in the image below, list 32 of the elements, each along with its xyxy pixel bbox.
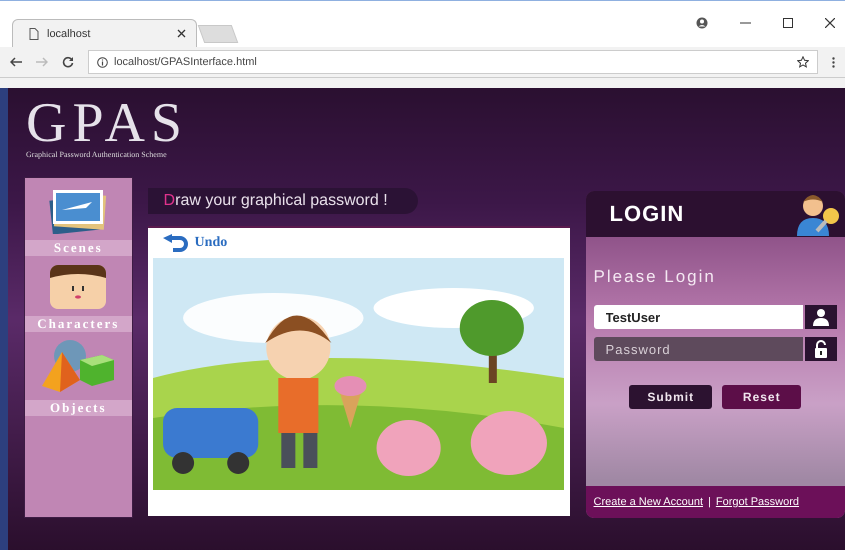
info-icon bbox=[97, 56, 108, 68]
reload-icon[interactable] bbox=[62, 56, 74, 68]
submit-button[interactable]: Submit bbox=[629, 385, 712, 409]
undo-icon bbox=[162, 234, 189, 252]
login-heading: Please Login bbox=[594, 267, 717, 287]
maximize-icon[interactable] bbox=[783, 18, 793, 28]
forgot-password-link[interactable]: Forgot Password bbox=[716, 496, 800, 508]
undo-button[interactable]: Undo bbox=[152, 232, 238, 254]
account-icon[interactable] bbox=[696, 17, 708, 29]
reset-button[interactable]: Reset bbox=[722, 385, 802, 409]
address-bar[interactable]: localhost/GPASInterface.html bbox=[88, 50, 818, 74]
shapes-icon bbox=[40, 340, 116, 394]
user-key-icon bbox=[795, 192, 841, 236]
user-icon bbox=[805, 305, 837, 329]
menu-icon[interactable] bbox=[832, 56, 835, 68]
password-field[interactable]: Password bbox=[594, 337, 803, 361]
back-icon[interactable] bbox=[10, 57, 22, 67]
close-icon[interactable] bbox=[825, 18, 835, 28]
browser-tab[interactable]: localhost bbox=[12, 19, 197, 47]
logo-subtitle: Graphical Password Authentication Scheme bbox=[26, 150, 168, 159]
star-icon[interactable] bbox=[797, 56, 809, 68]
cartoon-face-icon bbox=[49, 264, 108, 310]
link-separator: | bbox=[708, 496, 711, 508]
prompt-banner: Draw your graphical password ! bbox=[148, 188, 418, 214]
username-field[interactable]: TestUser bbox=[594, 305, 803, 329]
minimize-icon[interactable] bbox=[740, 22, 751, 24]
page-icon bbox=[29, 28, 39, 40]
close-tab-icon[interactable] bbox=[177, 29, 186, 38]
padlock-icon bbox=[805, 337, 837, 361]
create-account-link[interactable]: Create a New Account bbox=[594, 496, 703, 508]
login-title: LOGIN bbox=[610, 201, 684, 227]
logo-title: GPAS bbox=[26, 96, 190, 150]
